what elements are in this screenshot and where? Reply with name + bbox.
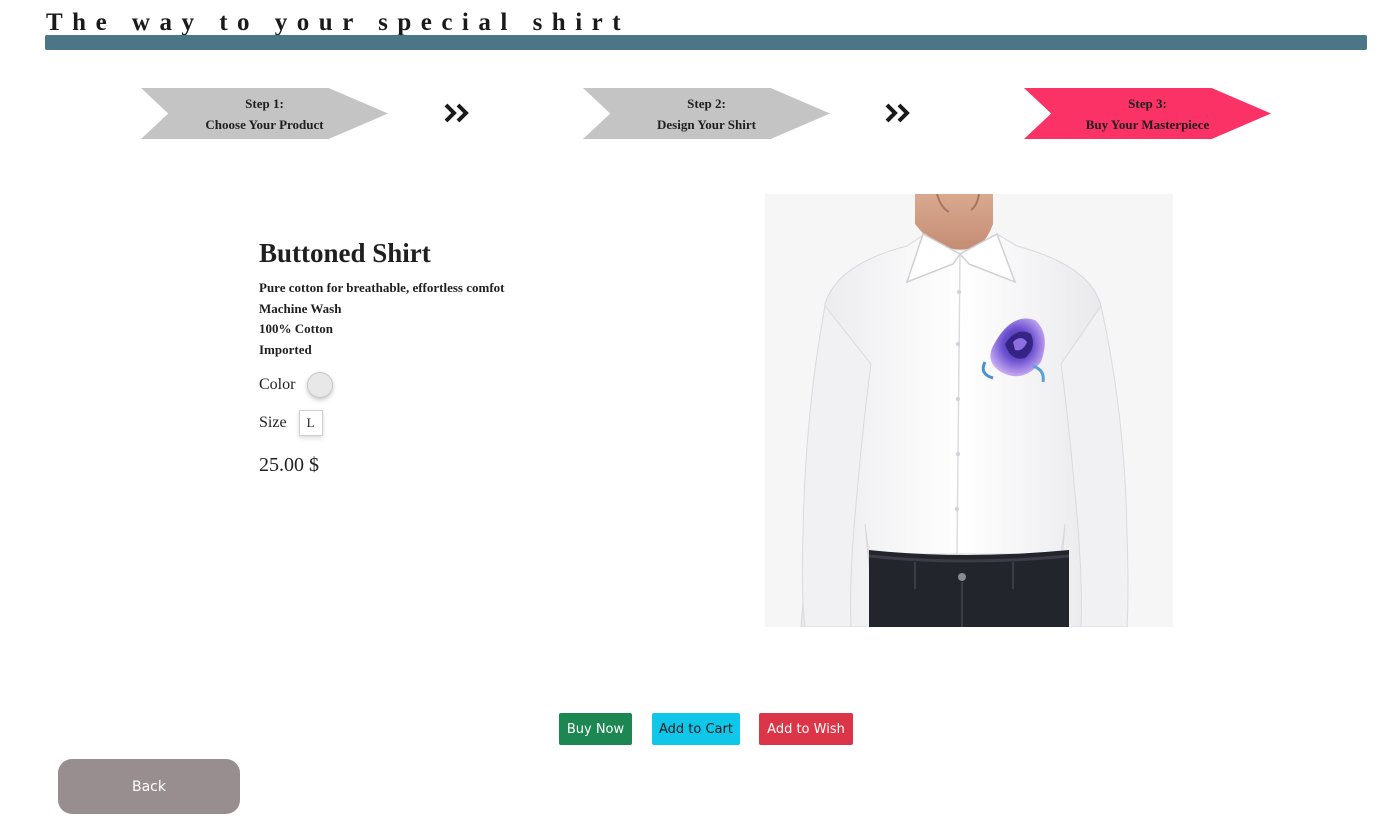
feature-item: Machine Wash [259,300,342,316]
color-label: Color [259,376,296,393]
back-button[interactable]: Back [58,759,240,814]
size-option-row: Size L [259,410,639,436]
double-chevron-right-icon [885,103,910,123]
step-2-number: Step 2: [687,95,726,111]
feature-item: Imported [259,341,312,357]
step-2-label: Design Your Shirt [657,116,756,132]
step-3-buy-masterpiece[interactable]: Step 3: Buy Your Masterpiece [1024,88,1271,139]
step-1-number: Step 1: [245,95,284,111]
add-to-wish-button[interactable]: Add to Wish [759,713,853,745]
step-3-label: Buy Your Masterpiece [1085,116,1210,132]
feature-list: Pure cotton for breathable, effortless c… [259,278,639,360]
product-title: Buttoned Shirt [259,238,431,268]
product-image [765,194,1173,627]
step-3-number: Step 3: [1128,95,1167,111]
shirt-model-illustration [765,194,1173,627]
buy-now-button[interactable]: Buy Now [559,713,632,745]
size-label: Size [259,414,287,431]
add-to-cart-button[interactable]: Add to Cart [652,713,740,745]
step-2-design-shirt[interactable]: Step 2: Design Your Shirt [583,88,830,139]
double-chevron-right-icon [444,103,469,123]
color-option-row: Color [259,372,639,398]
step-1-label: Choose Your Product [205,116,324,132]
step-1-choose-product[interactable]: Step 1: Choose Your Product [141,88,388,139]
color-swatch[interactable] [307,372,334,398]
title-underline-bar [45,35,1367,50]
size-selector[interactable]: L [298,410,323,436]
product-price: 25.00 $ [259,454,319,476]
feature-item: Pure cotton for breathable, effortless c… [259,280,505,295]
product-info: Buttoned Shirt Pure cotton for breathabl… [259,236,639,477]
feature-item: 100% Cotton [259,321,334,336]
